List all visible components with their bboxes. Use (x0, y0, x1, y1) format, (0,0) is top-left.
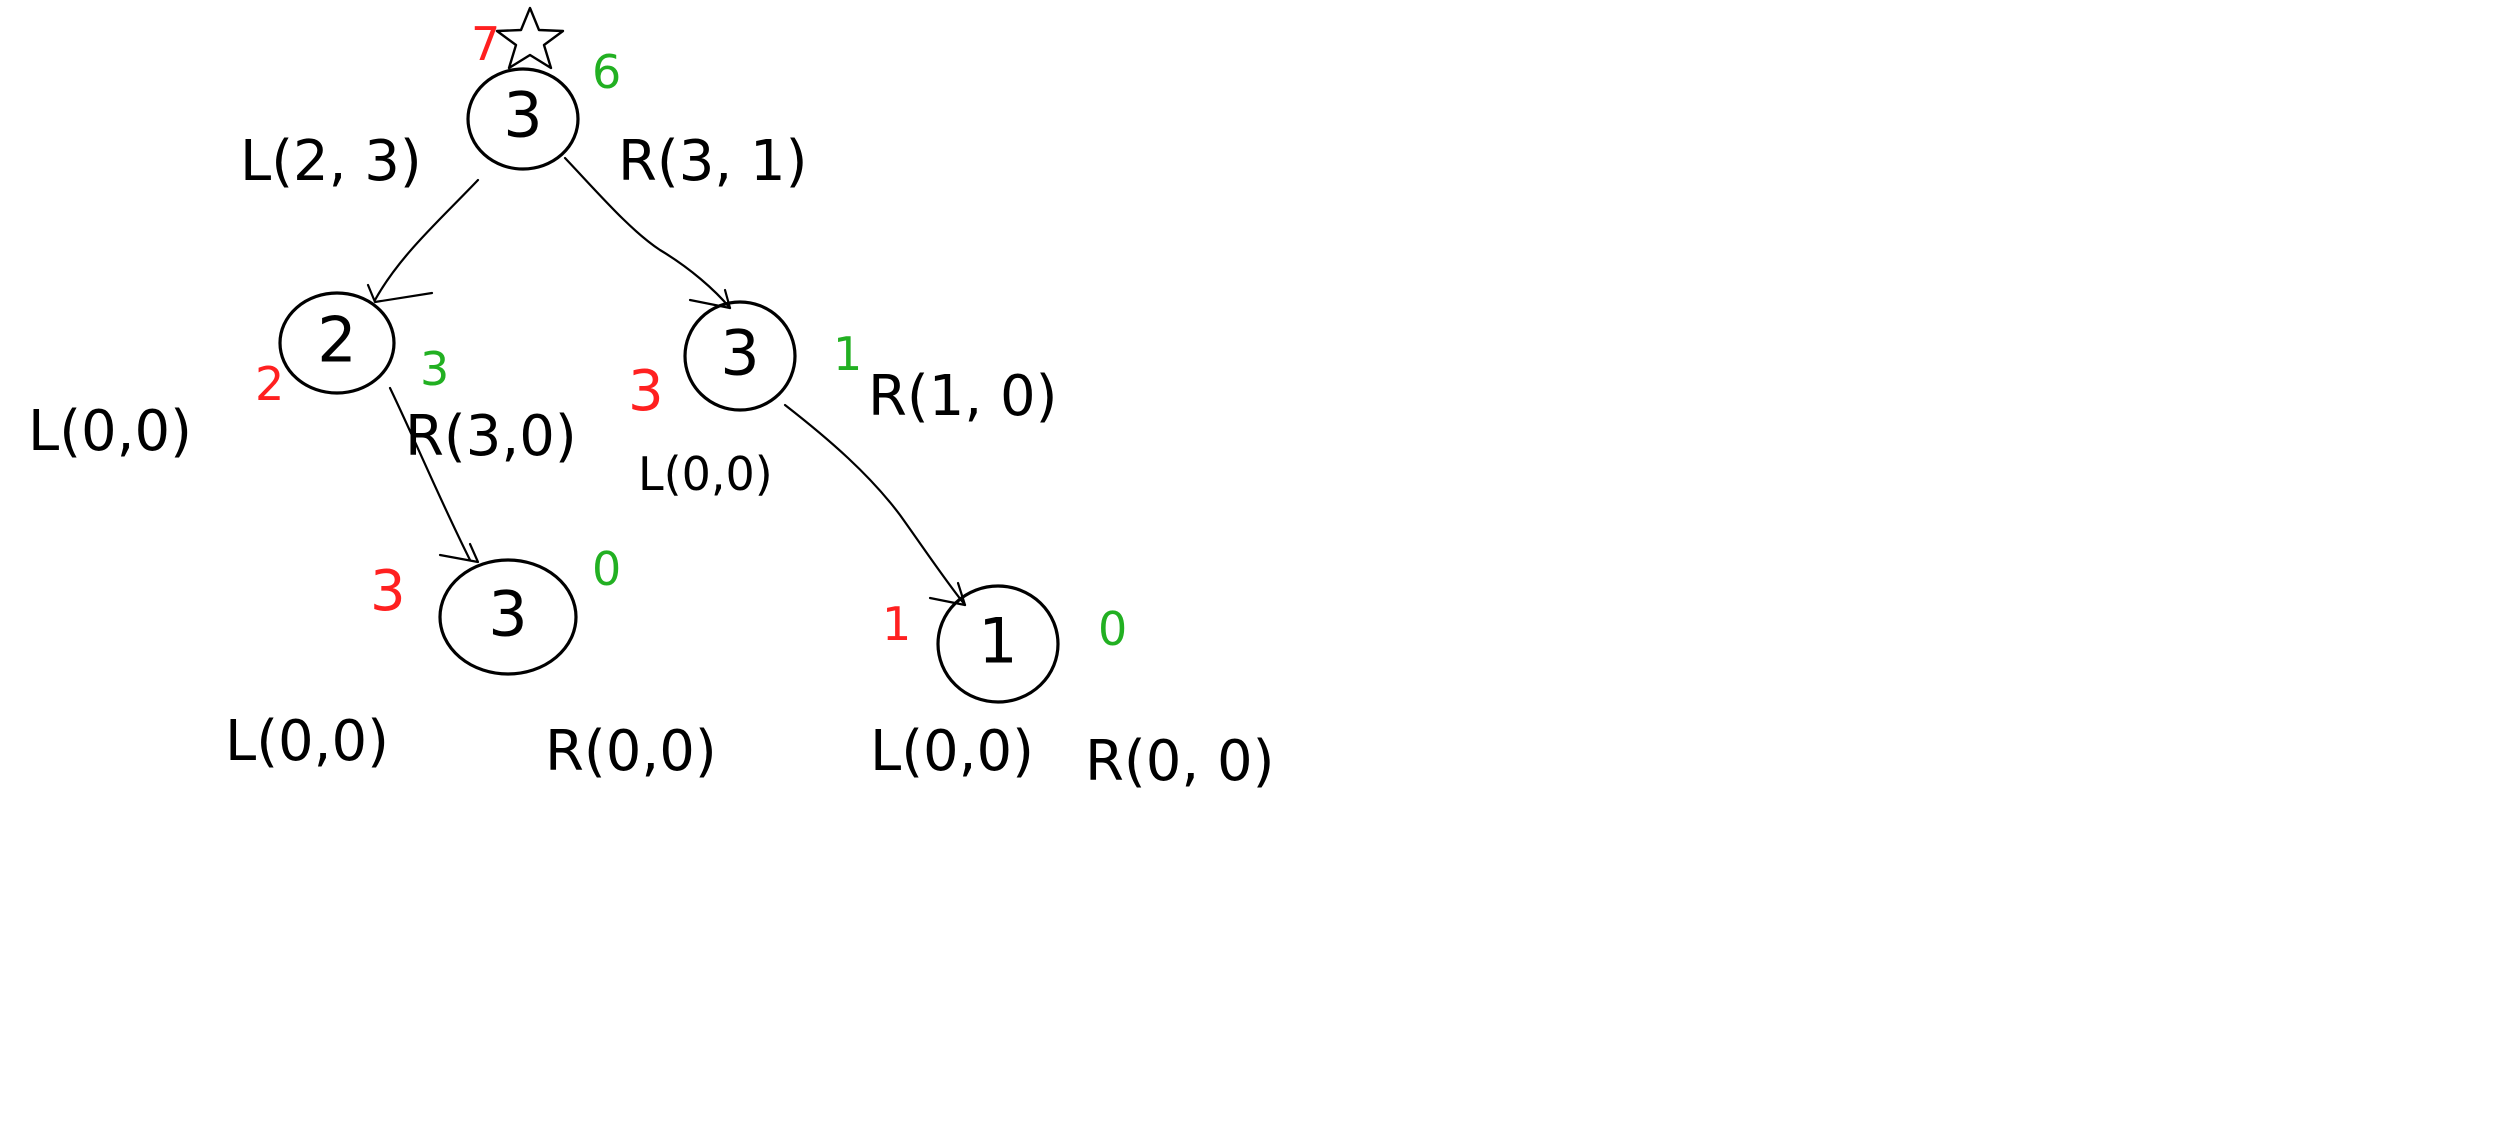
right-label: R(3, 1) (618, 129, 807, 194)
node-left: 2 2 3 L(0,0) R(3,0) (28, 291, 577, 469)
node-value: 1 (978, 605, 1017, 678)
node-root: 3 7 6 L(2, 3) R(3, 1) (240, 17, 807, 194)
right-label: R(0, 0) (1085, 729, 1274, 794)
node-value: 3 (503, 79, 542, 152)
right-label: R(0,0) (545, 719, 717, 784)
right-label: R(3,0) (405, 404, 577, 469)
green-count: 0 (592, 542, 621, 596)
green-count: 0 (1098, 602, 1127, 656)
arrowhead-right-rightright (928, 581, 967, 607)
green-count: 1 (833, 327, 862, 381)
node-left-left: 3 3 0 L(0,0) R(0,0) (225, 542, 717, 784)
edge-root-left (373, 178, 480, 302)
node-value: 3 (488, 578, 527, 651)
left-label: L(0,0) (28, 399, 192, 464)
star-icon (495, 6, 565, 70)
left-label: L(2, 3) (240, 129, 422, 194)
node-value: 2 (317, 304, 356, 377)
red-count: 1 (882, 597, 911, 651)
red-count: 3 (628, 359, 664, 424)
node-right: 3 3 1 L(0,0) R(1, 0) (628, 300, 1057, 501)
left-label: L(0,0) (870, 719, 1034, 784)
tree-diagram: 3 7 6 L(2, 3) R(3, 1) 2 2 3 L(0,0) R(3,0… (28, 6, 1274, 794)
left-label: L(0,0) (638, 447, 773, 501)
red-count: 2 (255, 357, 284, 411)
left-label: L(0,0) (225, 709, 389, 774)
right-label: R(1, 0) (868, 364, 1057, 429)
arrowhead-left-leftleft (438, 542, 480, 564)
node-value: 3 (720, 317, 759, 390)
green-count: 3 (420, 342, 449, 396)
green-count: 6 (592, 45, 621, 99)
edge-right-rightright (783, 403, 967, 607)
node-right-right: 1 1 0 L(0,0) R(0, 0) (870, 584, 1274, 794)
red-count: 7 (471, 17, 500, 71)
red-count: 3 (370, 559, 406, 624)
